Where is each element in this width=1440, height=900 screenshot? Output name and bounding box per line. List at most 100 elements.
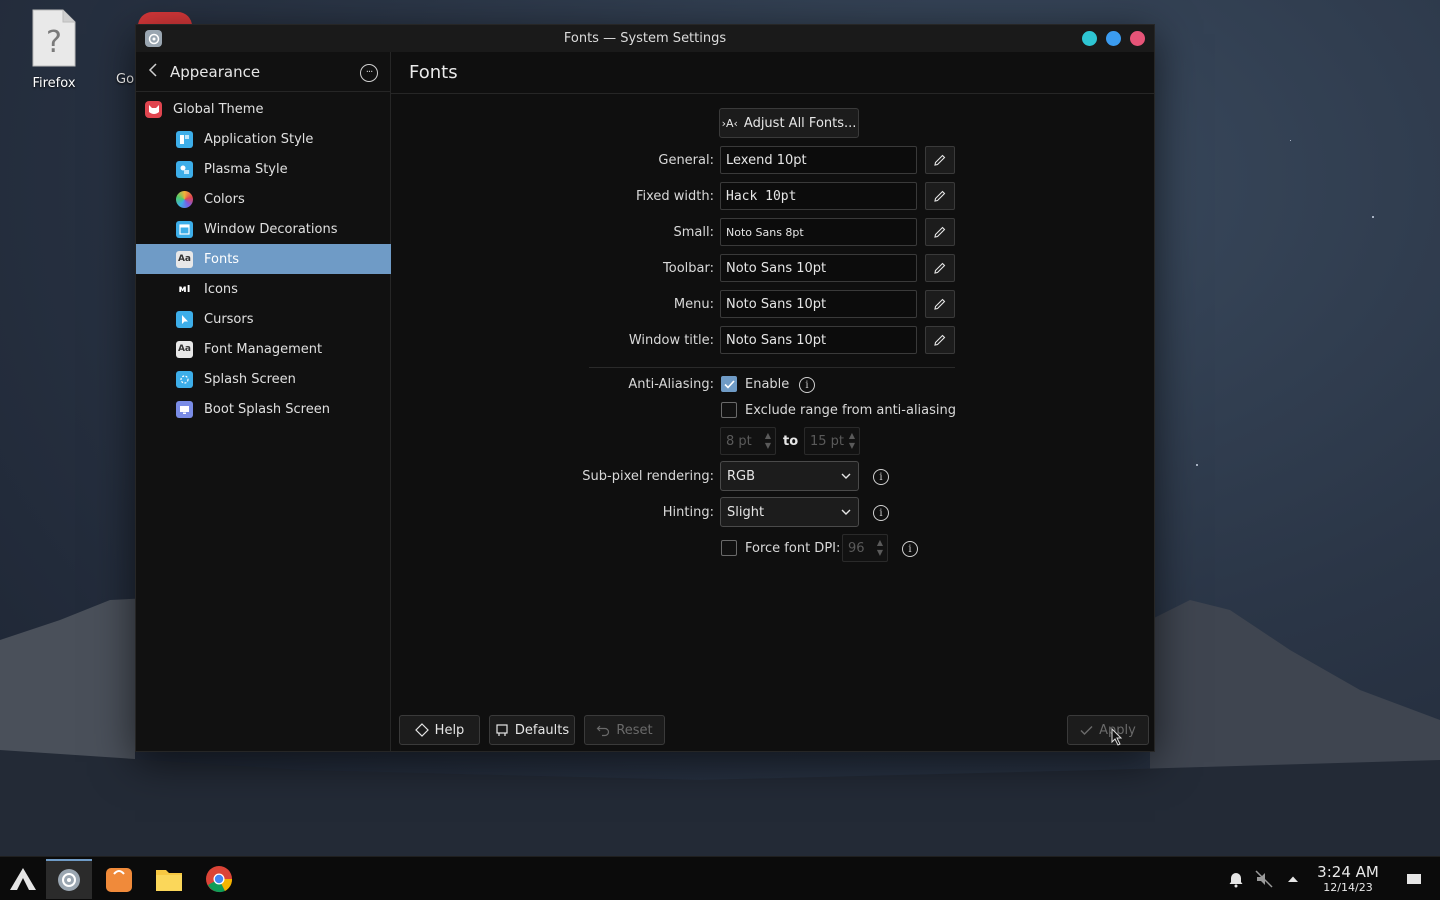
exclude-to-spinbox: 15 pt ▲ ▼ bbox=[804, 427, 860, 455]
spin-arrows-icon: ▲ ▼ bbox=[764, 431, 771, 450]
pencil-icon bbox=[934, 262, 946, 274]
sidebar-item-label: Colors bbox=[204, 191, 245, 207]
force-dpi-checkbox[interactable] bbox=[721, 540, 737, 556]
info-icon[interactable]: i bbox=[902, 541, 918, 557]
window-decorations-icon bbox=[176, 220, 193, 238]
chevron-down-icon bbox=[841, 473, 851, 479]
taskbar: 3:24 AM 12/14/23 bbox=[0, 856, 1440, 900]
sidebar-item-boot-splash-screen[interactable]: Boot Splash Screen bbox=[136, 394, 391, 424]
sidebar-item-label: Plasma Style bbox=[204, 161, 288, 177]
subpixel-rendering-select[interactable]: RGB bbox=[720, 461, 859, 491]
defaults-icon bbox=[496, 724, 508, 736]
software-store-icon[interactable] bbox=[96, 859, 142, 899]
menu-font-field[interactable]: Noto Sans 10pt bbox=[720, 290, 917, 318]
subpixel-rendering-value: RGB bbox=[727, 468, 756, 484]
sidebar-item-global-theme[interactable]: Global Theme bbox=[136, 94, 391, 124]
volume-muted-icon[interactable] bbox=[1254, 869, 1274, 889]
window-title-font-label: Window title: bbox=[628, 333, 714, 348]
sidebar-item-font-management[interactable]: Aa Font Management bbox=[136, 334, 391, 364]
hinting-select[interactable]: Slight bbox=[720, 497, 859, 527]
show-desktop-icon[interactable] bbox=[1404, 869, 1424, 889]
window-title-font-edit-button[interactable] bbox=[925, 326, 955, 354]
file-unknown-icon: ? bbox=[32, 9, 76, 67]
clock-time: 3:24 AM bbox=[1317, 863, 1379, 881]
back-arrow-icon[interactable] bbox=[148, 62, 166, 81]
menu-font-edit-button[interactable] bbox=[925, 290, 955, 318]
sidebar-header: Appearance ··· bbox=[136, 52, 390, 92]
toolbar-font-field[interactable]: Noto Sans 10pt bbox=[720, 254, 917, 282]
general-font-edit-button[interactable] bbox=[925, 146, 955, 174]
maximize-button[interactable] bbox=[1106, 31, 1121, 46]
force-dpi-label: Force font DPI: bbox=[745, 541, 841, 556]
small-font-field[interactable]: Noto Sans 8pt bbox=[720, 218, 917, 246]
defaults-button[interactable]: Defaults bbox=[489, 715, 575, 745]
window-title-font-field[interactable]: Noto Sans 10pt bbox=[720, 326, 917, 354]
small-font-edit-button[interactable] bbox=[925, 218, 955, 246]
sidebar-item-application-style[interactable]: Application Style bbox=[136, 124, 391, 154]
icons-icon: ᴍI bbox=[178, 283, 191, 295]
anti-aliasing-enable-checkbox[interactable] bbox=[721, 376, 737, 392]
system-settings-taskbar-icon[interactable] bbox=[46, 859, 92, 899]
chrome-icon[interactable] bbox=[196, 859, 242, 899]
hinting-value: Slight bbox=[727, 504, 765, 520]
sidebar-item-label: Cursors bbox=[204, 311, 254, 327]
sidebar-item-colors[interactable]: Colors bbox=[136, 184, 391, 214]
exclude-from-spinbox: 8 pt ▲ ▼ bbox=[720, 427, 776, 455]
window-title: Fonts — System Settings bbox=[563, 31, 727, 46]
application-style-icon bbox=[176, 130, 193, 148]
clock[interactable]: 3:24 AM 12/14/23 bbox=[1312, 863, 1384, 894]
range-to-label: to bbox=[783, 434, 799, 449]
adjust-all-fonts-button[interactable]: ›A‹ Adjust All Fonts... bbox=[719, 108, 859, 138]
pencil-icon bbox=[934, 226, 946, 238]
apply-button[interactable]: Apply bbox=[1067, 715, 1149, 745]
pencil-icon bbox=[934, 298, 946, 310]
sidebar-item-label: Application Style bbox=[204, 131, 314, 147]
sidebar: Appearance ··· Global Theme Application … bbox=[136, 52, 391, 751]
sidebar-item-cursors[interactable]: Cursors bbox=[136, 304, 391, 334]
splash-screen-icon bbox=[176, 370, 193, 388]
titlebar[interactable]: Fonts — System Settings bbox=[136, 25, 1154, 52]
launcher-icon[interactable] bbox=[0, 859, 46, 899]
sidebar-item-window-decorations[interactable]: Window Decorations bbox=[136, 214, 391, 244]
help-diamond-icon bbox=[414, 723, 429, 737]
files-icon[interactable] bbox=[146, 859, 192, 899]
sidebar-item-splash-screen[interactable]: Splash Screen bbox=[136, 364, 391, 394]
notification-bell-icon[interactable] bbox=[1226, 869, 1246, 889]
general-font-field[interactable]: Lexend 10pt bbox=[720, 146, 917, 174]
sidebar-item-label: Global Theme bbox=[173, 101, 264, 117]
page-header: Fonts bbox=[391, 52, 1154, 94]
desktop-icon-label: Firefox bbox=[32, 76, 76, 91]
exclude-range-label: Exclude range from anti-aliasing bbox=[745, 403, 957, 418]
reset-label: Reset bbox=[616, 722, 653, 738]
exclude-to-value: 15 pt bbox=[810, 433, 845, 449]
sidebar-item-fonts[interactable]: Aa Fonts bbox=[136, 244, 391, 274]
exclude-range-checkbox[interactable] bbox=[721, 402, 737, 418]
sidebar-item-icons[interactable]: ᴍI Icons bbox=[136, 274, 391, 304]
info-icon[interactable]: i bbox=[799, 377, 815, 393]
chevron-down-icon bbox=[841, 509, 851, 515]
more-options-icon[interactable]: ··· bbox=[360, 64, 378, 82]
desktop-icon-firefox[interactable]: ? Firefox bbox=[14, 8, 94, 91]
sidebar-item-plasma-style[interactable]: Plasma Style bbox=[136, 154, 391, 184]
help-button[interactable]: Help bbox=[399, 715, 480, 745]
tray-expand-icon[interactable] bbox=[1283, 869, 1303, 889]
force-dpi-value: 96 bbox=[848, 540, 865, 556]
fixed-width-font-field[interactable]: Hack 10pt bbox=[720, 182, 917, 210]
sidebar-item-label: Fonts bbox=[204, 251, 240, 267]
toolbar-font-edit-button[interactable] bbox=[925, 254, 955, 282]
svg-text:?: ? bbox=[46, 25, 62, 60]
info-icon[interactable]: i bbox=[873, 469, 889, 485]
help-label: Help bbox=[434, 722, 465, 738]
reset-button[interactable]: Reset bbox=[584, 715, 665, 745]
close-button[interactable] bbox=[1130, 31, 1145, 46]
general-font-label: General: bbox=[658, 153, 714, 168]
mouse-cursor-icon bbox=[1111, 728, 1123, 746]
minimize-button[interactable] bbox=[1082, 31, 1097, 46]
checkmark-icon bbox=[723, 379, 735, 389]
plasma-style-icon bbox=[176, 160, 193, 178]
fonts-icon: Aa bbox=[176, 250, 193, 268]
fixed-width-font-edit-button[interactable] bbox=[925, 182, 955, 210]
system-settings-app-icon[interactable] bbox=[145, 30, 162, 47]
info-icon[interactable]: i bbox=[873, 505, 889, 521]
adjust-fonts-icon: ›A‹ bbox=[721, 116, 738, 130]
